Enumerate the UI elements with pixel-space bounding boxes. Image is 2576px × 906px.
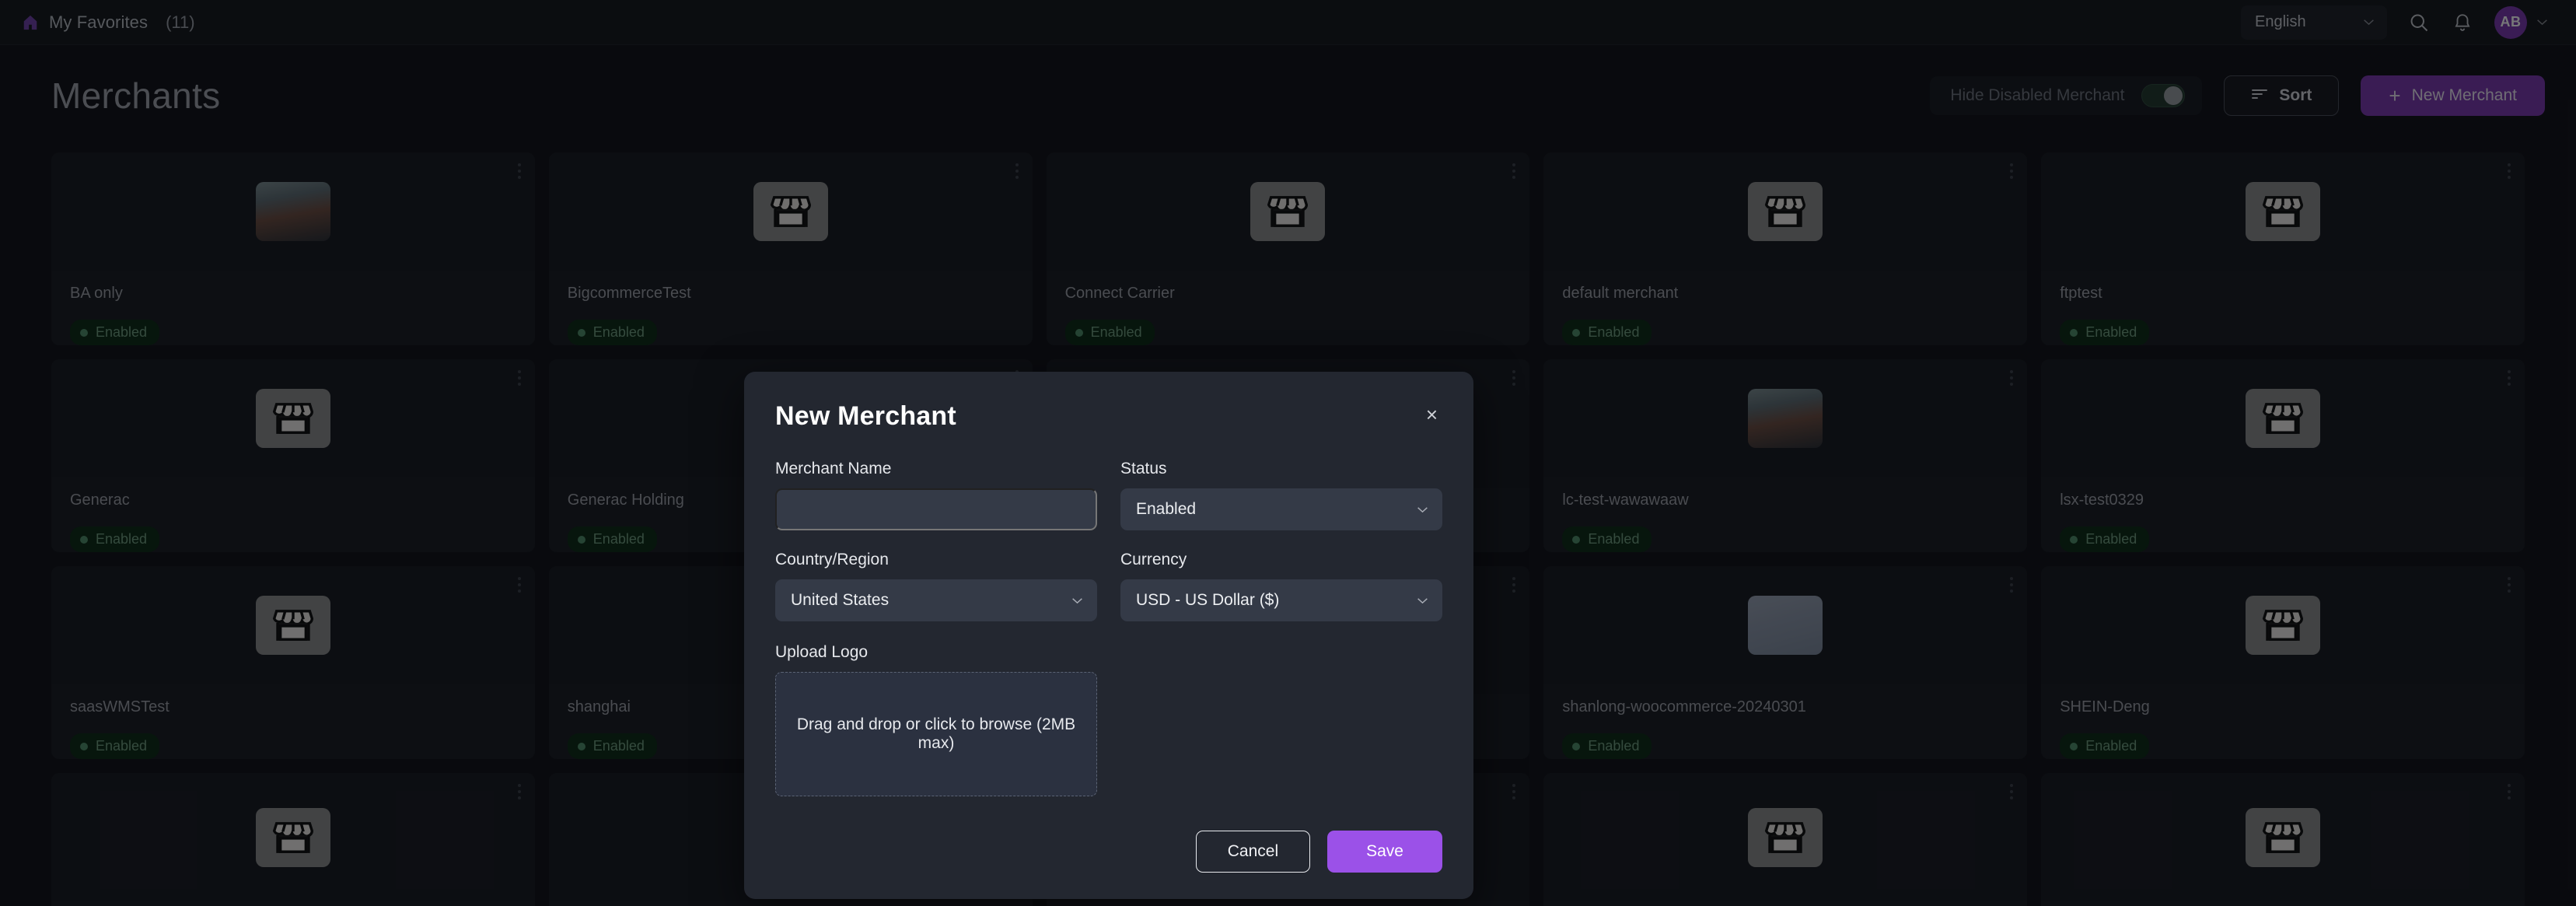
merchant-name-input[interactable] [775,488,1097,530]
dropzone-hint: Drag and drop or click to browse (2MB ma… [784,715,1089,753]
status-select[interactable]: Enabled [1120,488,1442,530]
dialog-footer: Cancel Save [775,831,1442,873]
chevron-down-icon [1071,597,1083,604]
new-merchant-dialog: New Merchant × Merchant Name Status Enab… [744,372,1473,899]
currency-label: Currency [1120,551,1442,569]
merchant-name-label: Merchant Name [775,460,1097,478]
upload-logo-group: Upload Logo Drag and drop or click to br… [775,643,1109,796]
merchant-form: Merchant Name Status Enabled Country/Reg… [775,460,1442,621]
chevron-down-icon [1417,506,1428,513]
status-field-group: Status Enabled [1120,460,1442,530]
dialog-title: New Merchant [775,401,956,432]
currency-field-group: Currency USD - US Dollar ($) [1120,551,1442,621]
country-select[interactable]: United States [775,579,1097,621]
status-label: Status [1120,460,1442,478]
merchant-name-field-group: Merchant Name [775,460,1097,530]
merchants-page: My Favorites (11) English AB [0,0,2576,906]
close-icon[interactable]: × [1421,401,1442,428]
chevron-down-icon [1417,597,1428,604]
country-field-group: Country/Region United States [775,551,1097,621]
logo-dropzone[interactable]: Drag and drop or click to browse (2MB ma… [775,672,1097,796]
currency-select[interactable]: USD - US Dollar ($) [1120,579,1442,621]
save-button[interactable]: Save [1327,831,1442,873]
dialog-header: New Merchant × [775,401,1442,432]
cancel-button[interactable]: Cancel [1196,831,1310,873]
currency-value: USD - US Dollar ($) [1136,591,1279,610]
upload-logo-label: Upload Logo [775,643,1097,662]
status-value: Enabled [1136,500,1196,519]
country-value: United States [791,591,889,610]
country-label: Country/Region [775,551,1097,569]
